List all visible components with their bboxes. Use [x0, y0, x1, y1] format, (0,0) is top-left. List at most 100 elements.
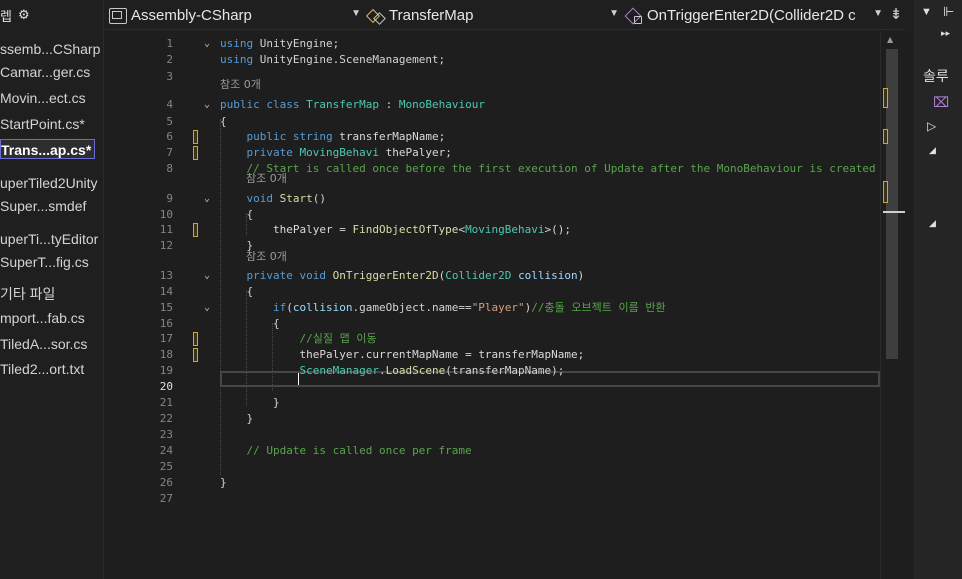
line-number: 18	[159, 348, 173, 361]
file-tab-item[interactable]: Tiled2...ort.txt	[0, 359, 84, 379]
change-marker	[883, 129, 888, 144]
code-line[interactable]: 6 public string transferMapName;	[105, 129, 880, 145]
code-editor[interactable]: 1 ⌄ using UnityEngine; 2 using UnityEngine.S…	[105, 31, 880, 579]
code-line[interactable]: 12 }	[105, 238, 880, 254]
line-number: 1	[166, 37, 173, 50]
code-line[interactable]: 4 ⌄ public class TransferMap : MonoBehavio…	[105, 97, 880, 113]
code-line[interactable]: 13 ⌄ private void OnTriggerEnter2D(Collid…	[105, 268, 880, 284]
code-line[interactable]: 7 private MovingBehavi thePalyer;	[105, 145, 880, 161]
line-number: 22	[159, 412, 173, 425]
code-line[interactable]: 17 //실질 맵 이동	[105, 331, 880, 347]
collapse-arrow-icon[interactable]: ◢	[929, 218, 936, 229]
code-line[interactable]: 11 thePalyer = FindObjectOfType<MovingBe…	[105, 222, 880, 238]
project-dropdown-label: Assembly-CSharp	[131, 7, 252, 24]
fold-toggle-icon[interactable]: ⌄	[201, 268, 213, 284]
file-tab-item[interactable]: ssemb...CSharp	[0, 39, 100, 59]
file-tab-item[interactable]: Movin...ect.cs	[0, 88, 86, 108]
file-tab-item[interactable]: StartPoint.cs*	[0, 114, 85, 134]
code-line[interactable]: 15 ⌄ if(collision.gameObject.name=="Playe…	[105, 300, 880, 316]
file-tab-item[interactable]: TiledA...sor.cs	[0, 334, 87, 354]
change-marker	[883, 88, 888, 108]
code-line[interactable]: 20	[105, 379, 880, 395]
codelens-references[interactable]: 참조 0개	[220, 76, 261, 92]
code-text: {	[272, 317, 280, 330]
panel-menu-arrow-icon[interactable]: ▼	[921, 6, 932, 18]
class-dropdown-label: TransferMap	[389, 7, 474, 24]
code-text: SceneManager.LoadScene(transferMapName);	[299, 364, 565, 377]
file-tab-item[interactable]: mport...fab.cs	[0, 308, 85, 328]
code-text: void Start()	[246, 192, 327, 205]
code-line[interactable]: 19 SceneManager.LoadScene(transferMapNam…	[105, 363, 880, 379]
line-number: 15	[159, 301, 173, 314]
code-line[interactable]: 2 using UnityEngine.SceneManagement;	[105, 52, 880, 68]
chevron-down-icon: ▼	[873, 8, 883, 19]
line-number: 24	[159, 444, 173, 457]
file-tab-item[interactable]: 기타 파일	[0, 284, 55, 304]
expand-arrow-icon[interactable]: ▷	[927, 119, 936, 133]
change-marker	[883, 181, 888, 203]
line-number: 20	[159, 380, 173, 393]
file-tab-item[interactable]: SuperT...fig.cs	[0, 252, 89, 272]
line-number: 25	[159, 460, 173, 473]
scroll-up-arrow-icon[interactable]: ▲	[887, 35, 893, 44]
code-line[interactable]: 27	[105, 491, 880, 507]
line-number: 16	[159, 317, 173, 330]
line-number: 21	[159, 396, 173, 409]
line-number: 8	[166, 162, 173, 175]
code-line[interactable]: 9 ⌄ void Start()	[105, 191, 880, 207]
fold-toggle-icon[interactable]: ⌄	[201, 36, 213, 52]
code-text: //실질 맵 이동	[299, 332, 377, 345]
code-line[interactable]: 16 {	[105, 316, 880, 332]
chevron-down-icon: ▼	[609, 8, 619, 19]
right-tool-panel: ▼ ⊩ ▸▸ 솔루 ⌧ ▷ ◢ ◢	[905, 0, 962, 579]
code-line[interactable]: 14 {	[105, 284, 880, 300]
codelens-references[interactable]: 참조 0개	[246, 170, 287, 186]
code-line[interactable]: 18 thePalyer.currentMapName = transferMa…	[105, 347, 880, 363]
fold-toggle-icon[interactable]: ⌄	[201, 97, 213, 113]
code-text: {	[220, 115, 227, 128]
file-tab-item[interactable]: Trans...ap.cs*	[0, 139, 95, 159]
code-line[interactable]: 5{	[105, 114, 880, 130]
class-dropdown[interactable]: TransferMap ▼	[367, 4, 623, 27]
line-number: 9	[166, 192, 173, 205]
code-text: }	[246, 412, 254, 425]
code-text: using UnityEngine;	[220, 37, 340, 50]
code-text: private void OnTriggerEnter2D(Collider2D…	[246, 269, 585, 282]
code-line[interactable]: 10 {	[105, 207, 880, 223]
change-marker	[193, 130, 198, 144]
file-tab-item[interactable]: Super...smdef	[0, 196, 86, 216]
code-line[interactable]: 25	[105, 459, 880, 475]
method-icon	[625, 8, 643, 24]
line-number: 5	[166, 115, 173, 128]
line-number: 13	[159, 269, 173, 282]
code-text: }	[220, 476, 227, 489]
code-line[interactable]: 1 ⌄ using UnityEngine;	[105, 36, 880, 52]
pin-icon[interactable]: ⊩	[943, 4, 954, 20]
panel-header-label: 렙	[0, 9, 12, 25]
code-line[interactable]: 24 // Update is called once per frame	[105, 443, 880, 459]
solution-explorer-strip	[914, 0, 962, 579]
codelens-references[interactable]: 참조 0개	[246, 248, 287, 264]
line-number: 3	[166, 70, 173, 83]
code-line[interactable]: 22 }	[105, 411, 880, 427]
fold-toggle-icon[interactable]: ⌄	[201, 300, 213, 316]
fold-toggle-icon[interactable]: ⌄	[201, 191, 213, 207]
solution-tab-label[interactable]: 솔루	[923, 66, 949, 86]
member-dropdown[interactable]: OnTriggerEnter2D(Collider2D c ▼	[625, 4, 887, 27]
collapse-arrow-icon[interactable]: ◢	[929, 145, 936, 156]
gear-icon[interactable]: ⚙	[18, 8, 30, 23]
split-editor-icon[interactable]: ⇟	[887, 5, 905, 25]
line-number: 12	[159, 239, 173, 252]
file-tab-item[interactable]: Camar...ger.cs	[0, 62, 90, 82]
file-tab-item[interactable]: uperTiled2Unity	[0, 173, 98, 193]
code-line[interactable]: 8 // Start is called once before the fir…	[105, 161, 880, 177]
vs-solution-icon[interactable]: ⌧	[933, 94, 949, 111]
overflow-icon[interactable]: ▸▸	[941, 28, 950, 39]
file-tab-item[interactable]: uperTi...tyEditor	[0, 229, 98, 249]
vertical-scrollbar[interactable]: ▲	[880, 31, 905, 579]
code-line[interactable]: 23	[105, 427, 880, 443]
code-line[interactable]: 26}	[105, 475, 880, 491]
project-dropdown[interactable]: Assembly-CSharp ▼	[109, 4, 365, 27]
change-marker	[193, 223, 198, 237]
code-line[interactable]: 21 }	[105, 395, 880, 411]
